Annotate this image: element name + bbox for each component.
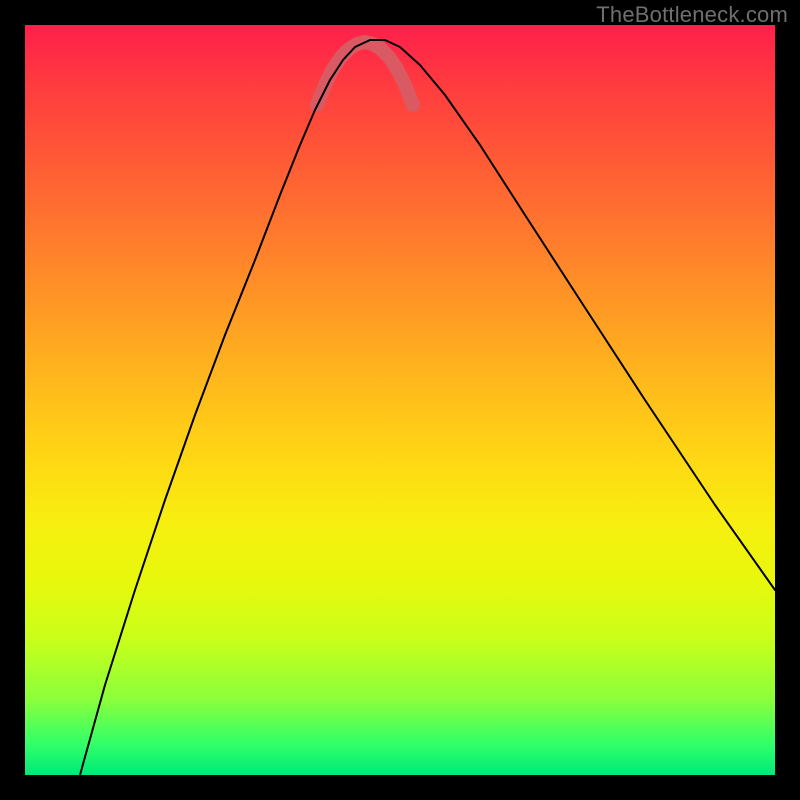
bottom-highlight xyxy=(317,42,413,105)
curve-layer xyxy=(25,25,775,775)
chart-frame: TheBottleneck.com xyxy=(0,0,800,800)
plot-area xyxy=(25,25,775,775)
watermark-text: TheBottleneck.com xyxy=(596,2,788,28)
bottleneck-curve xyxy=(80,40,775,775)
